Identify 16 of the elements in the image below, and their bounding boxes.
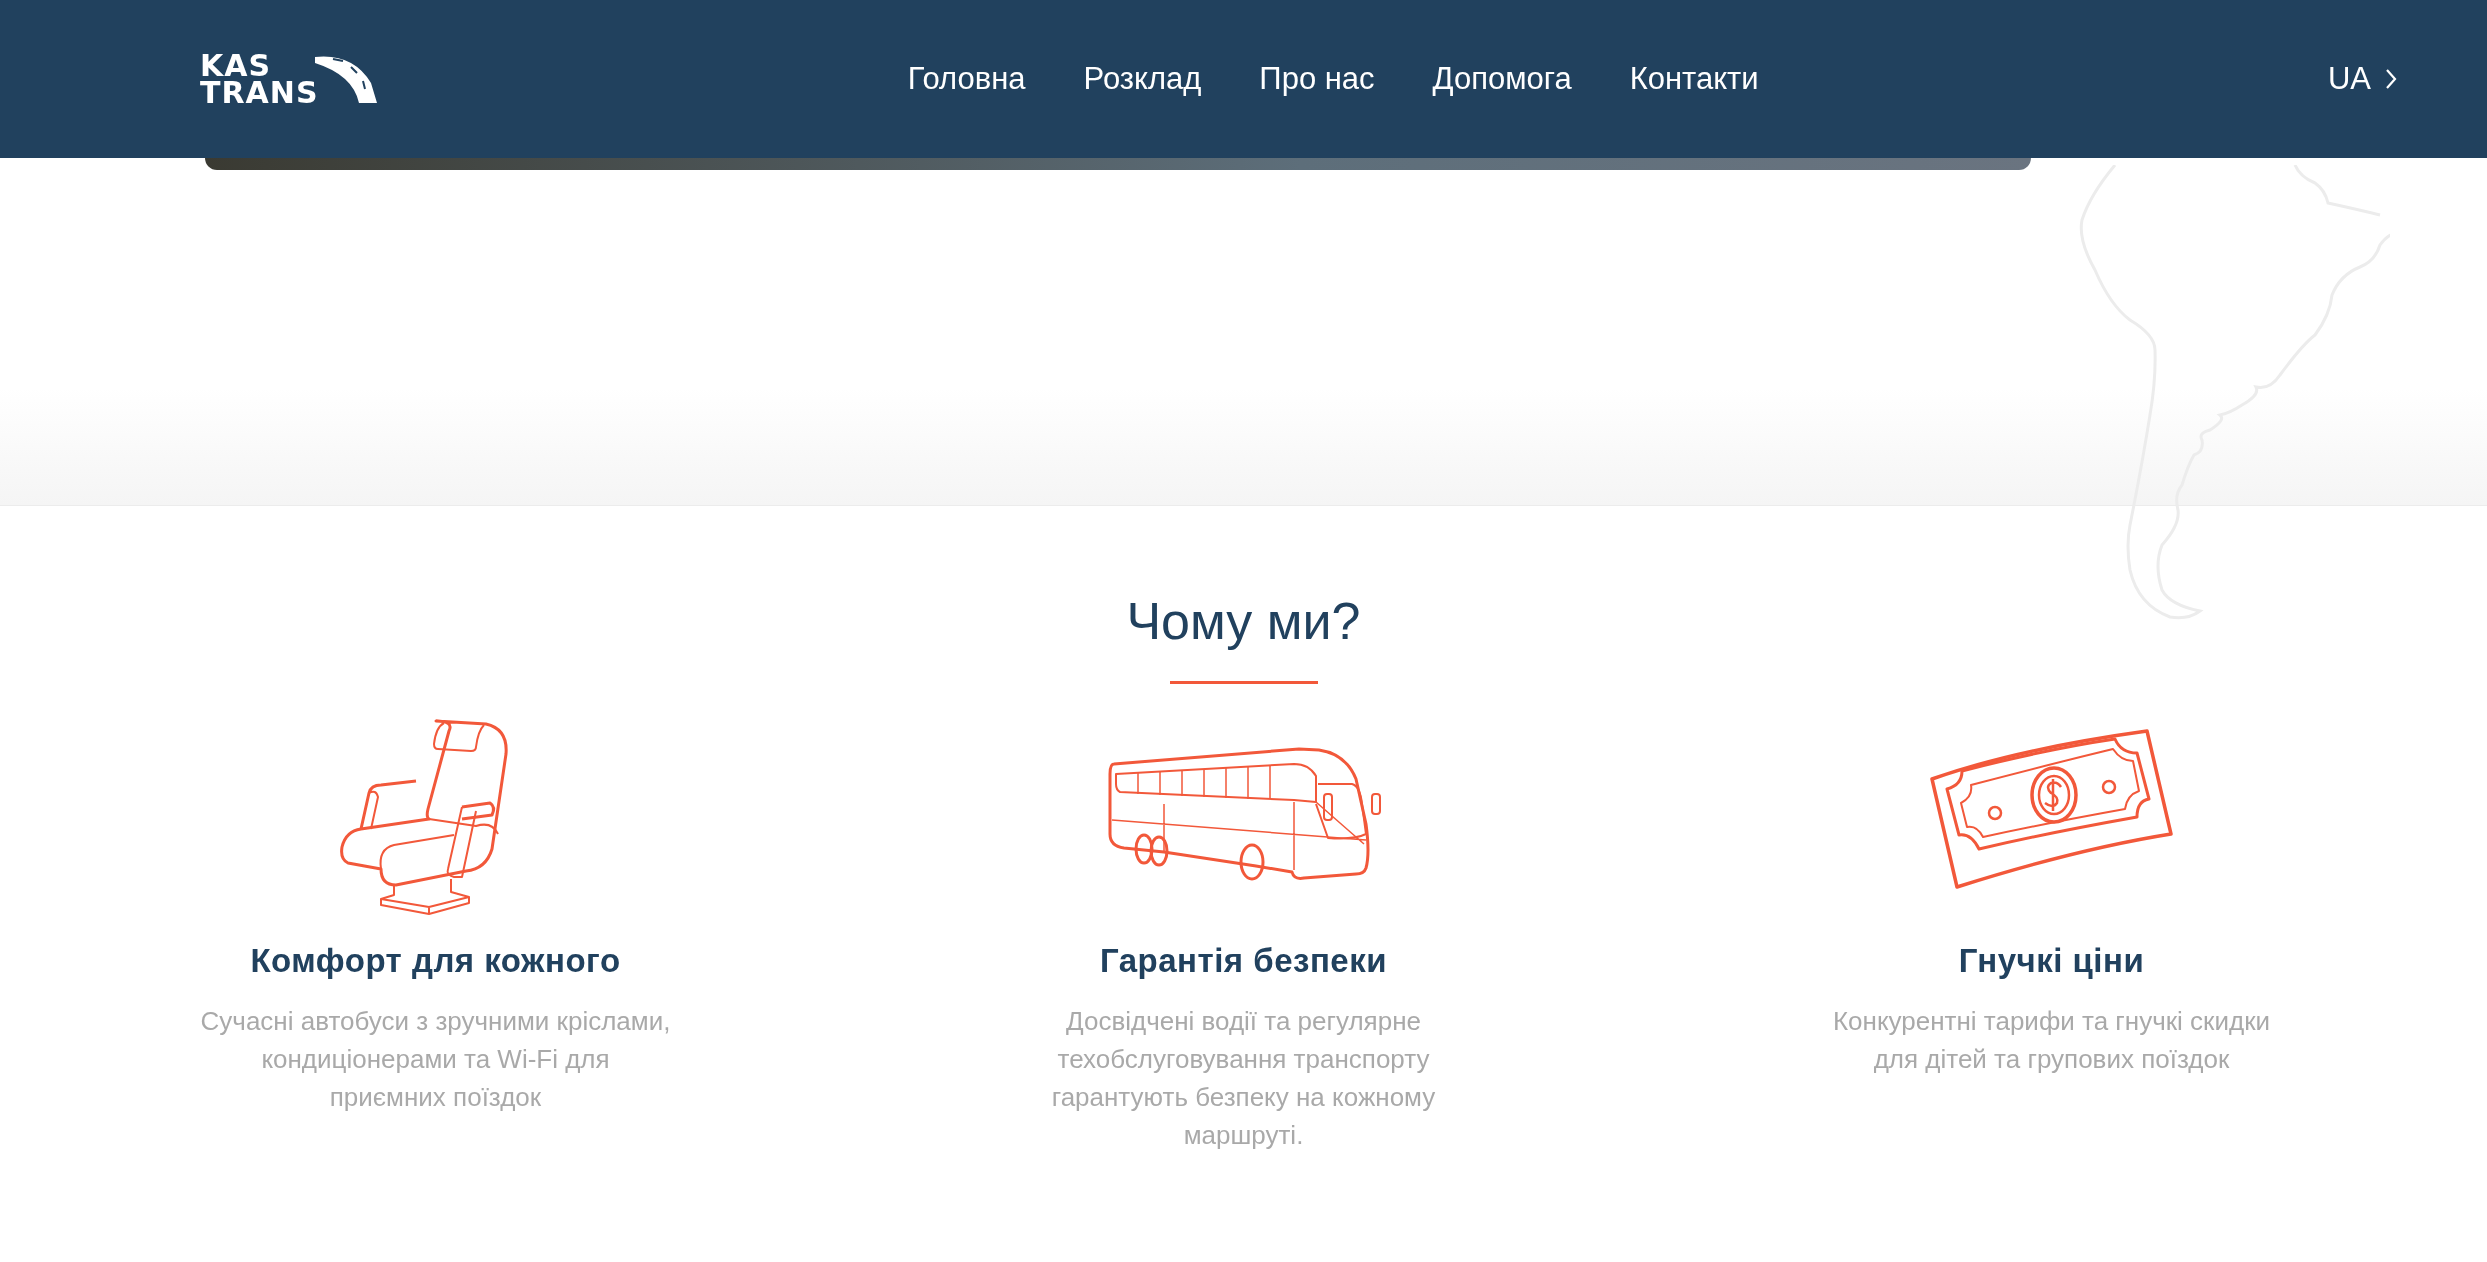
feature-title: Комфорт для кожного [250, 942, 621, 980]
nav-link[interactable]: Допомога [1432, 61, 1572, 97]
logo-text[interactable]: KAS [200, 52, 319, 79]
language-selector[interactable]: UA [2327, 61, 2397, 97]
section-title: Чому ми? [1126, 591, 1361, 651]
chevron-right-icon [2385, 68, 2397, 90]
feature-title: Гарантія безпеки [1099, 942, 1388, 980]
nav-link[interactable]: Про нас [1259, 61, 1375, 97]
feature-description: Конкурентні тарифи та гнучкі скидки для дітей та групових поїздок [1831, 1005, 2272, 1076]
feature-title: Гнучкі ціни [1958, 942, 2145, 980]
feature-description: Сучасні автобуси з зручними кріслами, кондиціонерами та Wi-Fi для приємних поїздок [200, 1005, 671, 1114]
logo-text[interactable]: TRANS [200, 79, 319, 106]
nav-link[interactable]: Розклад [1083, 61, 1202, 97]
nav-link[interactable]: Контакти [1629, 61, 1759, 97]
feature-description: Досвідчені водії та регулярне техобслуговування транспорту гарантують безпеку на кожному маршруті. [1050, 1005, 1437, 1152]
nav-link[interactable]: Головна [907, 61, 1026, 97]
